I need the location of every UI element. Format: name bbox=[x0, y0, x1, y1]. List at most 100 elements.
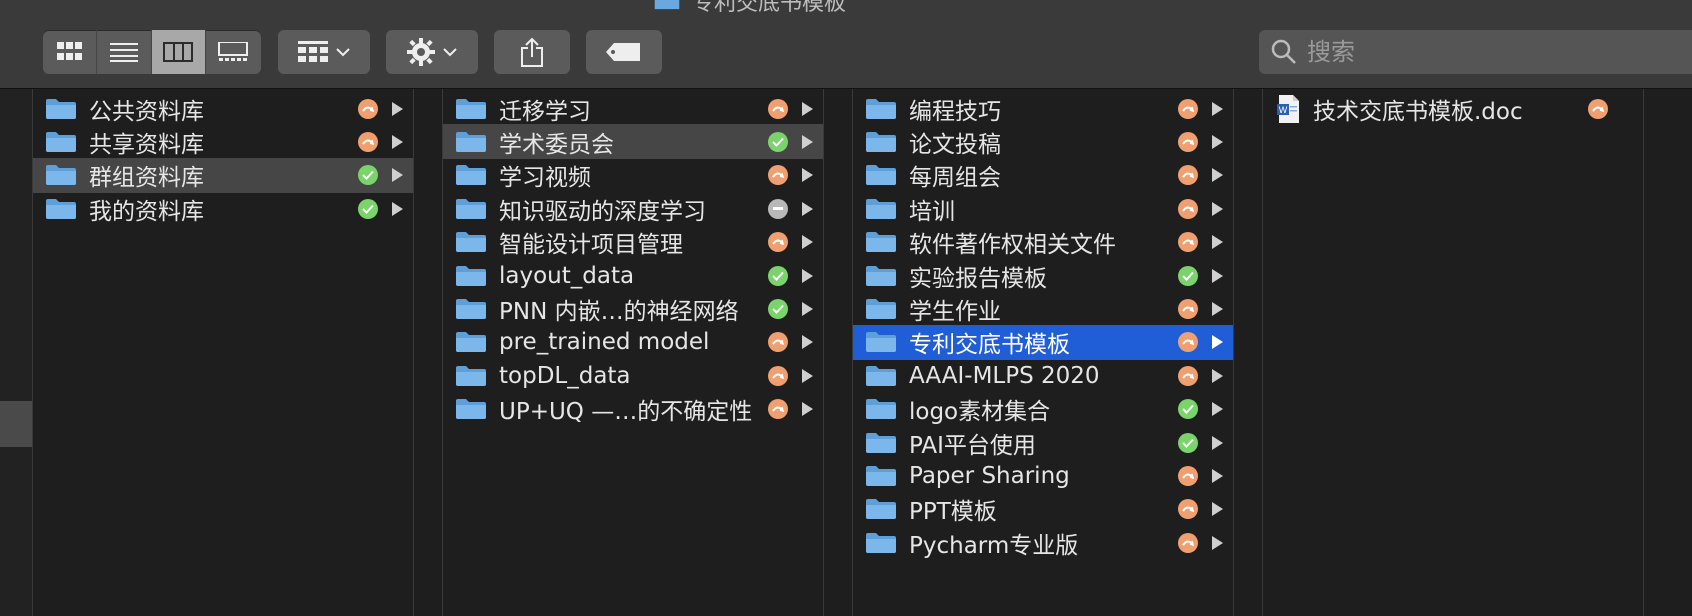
folder-name: 学生作业 bbox=[909, 298, 1001, 325]
column-empty bbox=[1644, 89, 1692, 616]
search-field[interactable] bbox=[1259, 30, 1692, 74]
disclosure-arrow-icon bbox=[1212, 134, 1223, 149]
folder-row[interactable]: 学术委员会 bbox=[443, 124, 823, 160]
folder-icon bbox=[866, 265, 896, 286]
chevron-down-icon bbox=[336, 48, 350, 57]
column-view-button[interactable] bbox=[151, 30, 206, 74]
column-libraries: 公共资料库共享资料库 群组资料库 我的资料库 bbox=[33, 89, 414, 616]
folder-icon bbox=[46, 131, 76, 152]
folder-row[interactable]: Pycharm专业版 bbox=[853, 525, 1233, 560]
folder-name: 专利交底书模板 bbox=[909, 332, 1070, 359]
folder-name: layout_data bbox=[499, 262, 635, 289]
folder-row[interactable]: 专利交底书模板 bbox=[853, 324, 1233, 360]
folder-icon bbox=[46, 198, 76, 219]
syncing-cloud-icon bbox=[768, 399, 788, 420]
folder-row[interactable]: 群组资料库 bbox=[33, 157, 413, 193]
gallery-view-button[interactable] bbox=[206, 30, 261, 74]
disclosure-arrow-icon bbox=[802, 201, 813, 216]
column-divider[interactable] bbox=[414, 89, 443, 616]
folder-name: PAI平台使用 bbox=[909, 432, 1036, 459]
syncing-cloud-icon bbox=[1178, 131, 1198, 152]
folder-icon bbox=[866, 98, 896, 119]
disclosure-arrow-icon bbox=[802, 134, 813, 149]
folder-row[interactable]: 学习视频 bbox=[443, 158, 823, 193]
column-committee-folders: 编程技巧论文投稿 每周组会培训软件著作权相关文件 实验报告模板学生作业专利交底书模板… bbox=[853, 89, 1234, 616]
folder-name: 论文投稿 bbox=[909, 131, 1001, 158]
column-divider[interactable] bbox=[824, 89, 853, 616]
folder-row[interactable]: topDL_data bbox=[443, 358, 823, 393]
folder-icon bbox=[456, 131, 486, 152]
disclosure-arrow-icon bbox=[802, 168, 813, 183]
folder-icon bbox=[456, 198, 486, 219]
folder-row[interactable]: 实验报告模板 bbox=[853, 258, 1233, 293]
folder-icon bbox=[866, 465, 896, 486]
folder-row[interactable]: 培训 bbox=[853, 191, 1233, 226]
disclosure-arrow-icon bbox=[392, 101, 403, 116]
disclosure-arrow-icon bbox=[802, 402, 813, 417]
excluded-dash-icon bbox=[768, 198, 788, 219]
folder-row[interactable]: PAI平台使用 bbox=[853, 425, 1233, 460]
folder-row[interactable]: 我的资料库 bbox=[33, 191, 413, 226]
folder-name: 软件著作权相关文件 bbox=[909, 232, 1116, 259]
folder-row[interactable]: 编程技巧 bbox=[853, 91, 1233, 126]
folder-row[interactable]: 软件著作权相关文件 bbox=[853, 225, 1233, 260]
folder-row[interactable]: layout_data bbox=[443, 258, 823, 293]
folder-icon bbox=[866, 298, 896, 319]
folder-name: PPT模板 bbox=[909, 499, 997, 526]
folder-icon bbox=[866, 165, 896, 186]
folder-row[interactable]: 智能设计项目管理 bbox=[443, 225, 823, 260]
folder-icon bbox=[866, 131, 896, 152]
folder-row[interactable]: Paper Sharing bbox=[853, 458, 1233, 493]
folder-name: 培训 bbox=[909, 198, 955, 225]
folder-row[interactable]: UP+UQ —…的不确定性 bbox=[443, 392, 823, 427]
folder-row[interactable]: AAAI-MLPS 2020 bbox=[853, 358, 1233, 393]
folder-row[interactable]: logo素材集合 bbox=[853, 392, 1233, 427]
folder-name: pre_trained model bbox=[499, 329, 710, 356]
folder-row[interactable]: 公共资料库 bbox=[33, 91, 413, 126]
group-by-button[interactable] bbox=[278, 30, 370, 74]
disclosure-arrow-icon bbox=[1212, 435, 1223, 450]
tag-icon bbox=[606, 43, 640, 61]
group-grid-icon bbox=[298, 41, 328, 62]
gallery-icon bbox=[218, 42, 249, 61]
grid-icon bbox=[56, 42, 82, 60]
folder-row[interactable]: 论文投稿 bbox=[853, 124, 1233, 159]
folder-row[interactable]: 学生作业 bbox=[853, 291, 1233, 326]
tags-button[interactable] bbox=[586, 30, 662, 74]
synced-check-icon bbox=[1178, 265, 1198, 286]
icon-view-button[interactable] bbox=[43, 30, 98, 74]
syncing-cloud-icon bbox=[768, 98, 788, 119]
folder-icon bbox=[866, 532, 896, 553]
folder-row[interactable]: 迁移学习 bbox=[443, 91, 823, 126]
folder-row[interactable]: 共享资料库 bbox=[33, 124, 413, 159]
folder-name: 迁移学习 bbox=[499, 98, 591, 125]
folder-name: Pycharm专业版 bbox=[909, 532, 1079, 559]
list-view-button[interactable] bbox=[97, 30, 152, 74]
synced-check-icon bbox=[1178, 432, 1198, 453]
folder-icon bbox=[456, 232, 486, 253]
folder-icon bbox=[456, 298, 486, 319]
folder-row[interactable]: pre_trained model bbox=[443, 325, 823, 360]
folder-row[interactable]: PNN 内嵌…的神经网络 bbox=[443, 291, 823, 326]
list-icon bbox=[109, 43, 138, 62]
folder-icon bbox=[866, 198, 896, 219]
search-input[interactable] bbox=[1305, 37, 1669, 67]
window-title-text: 专利交底书模板 bbox=[692, 0, 847, 16]
folder-name: 共享资料库 bbox=[89, 131, 204, 158]
folder-name: 编程技巧 bbox=[909, 98, 1001, 125]
disclosure-arrow-icon bbox=[1212, 535, 1223, 550]
disclosure-arrow-icon bbox=[1212, 101, 1223, 116]
file-row[interactable]: W 技术交底书模板.doc bbox=[1263, 91, 1643, 126]
action-gear-button[interactable] bbox=[386, 30, 478, 74]
folder-icon bbox=[456, 98, 486, 119]
folder-name: UP+UQ —…的不确定性 bbox=[499, 399, 753, 426]
folder-row[interactable]: 每周组会 bbox=[853, 158, 1233, 193]
sidebar-scroll-thumb[interactable] bbox=[0, 401, 32, 447]
sidebar-edge bbox=[0, 89, 33, 616]
share-button[interactable] bbox=[494, 30, 570, 74]
syncing-cloud-icon bbox=[1178, 165, 1198, 186]
folder-name: 学术委员会 bbox=[499, 131, 614, 158]
column-divider[interactable] bbox=[1234, 89, 1263, 616]
folder-row[interactable]: PPT模板 bbox=[853, 492, 1233, 527]
folder-row[interactable]: 知识驱动的深度学习 bbox=[443, 191, 823, 226]
